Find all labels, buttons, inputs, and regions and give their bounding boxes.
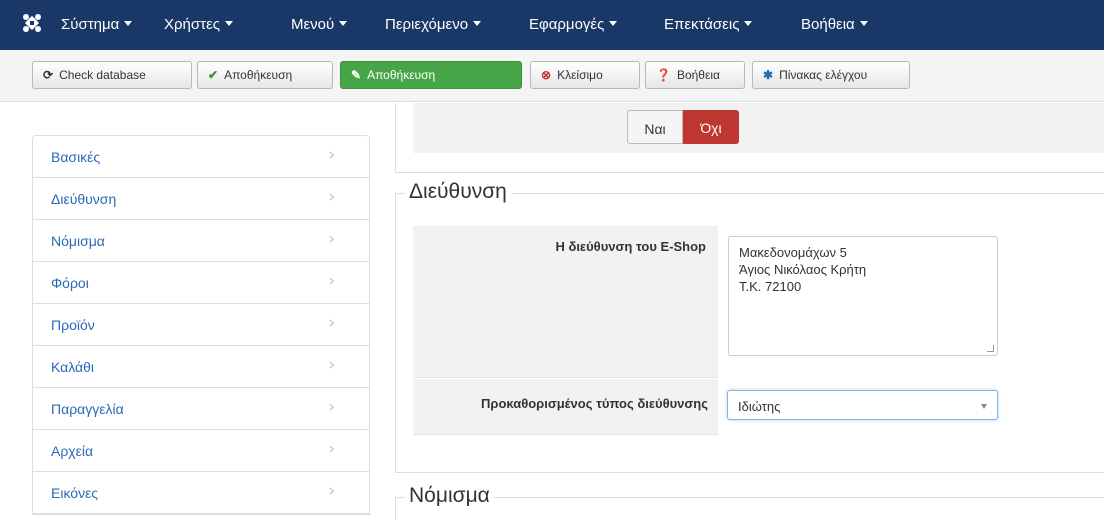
settings-sidebar: Βασικές › Διεύθυνση › Νόμισμα › Φόροι › Προϊ… — [32, 135, 370, 515]
top-navbar: Σύστημα Χρήστες Μενού Περιεχόμενο Εφαρμο… — [0, 0, 1104, 50]
menu-extensions[interactable]: Επεκτάσεις — [664, 16, 753, 33]
chevron-right-icon: › — [328, 397, 335, 417]
caret-down-icon — [473, 21, 482, 26]
sidebar-item-label: Φόροι — [51, 275, 89, 291]
button-label: Κλείσιμο — [557, 68, 603, 82]
default-address-type-select[interactable]: Ιδιώτης — [727, 390, 998, 420]
sidebar-item-label: Νόμισμα — [51, 233, 105, 249]
currency-fieldset — [395, 497, 1104, 520]
menu-content[interactable]: Περιεχόμενο — [385, 16, 482, 33]
chevron-right-icon: › — [328, 313, 335, 333]
sidebar-item-cart[interactable]: Καλάθι › — [33, 346, 369, 388]
caret-down-icon — [609, 21, 618, 26]
sidebar-item-label: Εικόνες — [51, 485, 99, 501]
save-button[interactable]: ✔ Αποθήκευση — [197, 61, 333, 89]
caret-down-icon — [224, 21, 233, 26]
sidebar-item-files[interactable]: Αρχεία › — [33, 430, 369, 472]
menu-users[interactable]: Χρήστες — [164, 16, 233, 33]
toolbar: ⟳ Check database ✔ Αποθήκευση ✎ Αποθήκευση … — [0, 50, 1104, 102]
button-label: Check database — [59, 68, 146, 82]
sidebar-item-product[interactable]: Προϊόν › — [33, 304, 369, 346]
menu-label: Χρήστες — [164, 16, 220, 33]
resize-handle-icon[interactable] — [987, 345, 994, 352]
sidebar-item-basic[interactable]: Βασικές › — [33, 136, 369, 178]
menu-components[interactable]: Εφαρμογές — [529, 16, 618, 33]
save-primary-button[interactable]: ✎ Αποθήκευση — [340, 61, 522, 89]
menu-label: Επεκτάσεις — [664, 16, 740, 33]
edit-icon: ✎ — [351, 68, 362, 82]
menu-help[interactable]: Βοήθεια — [801, 16, 868, 33]
dropdown-arrow-icon — [981, 404, 987, 409]
sidebar-item-label: Διεύθυνση — [51, 191, 117, 207]
sidebar-item-label: Βασικές — [51, 149, 101, 165]
chevron-right-icon: › — [328, 355, 335, 375]
control-panel-button[interactable]: ✱ Πίνακας ελέγχου — [752, 61, 910, 89]
sidebar-item-label: Προϊόν — [51, 317, 95, 333]
menu-menus[interactable]: Μενού — [291, 16, 348, 33]
menu-label: Εφαρμογές — [529, 16, 605, 33]
shop-address-textarea[interactable]: Μακεδονομάχων 5 Άγιος Νικόλαος Κρήτη Τ.Κ… — [728, 236, 998, 356]
button-label: Αποθήκευση — [367, 68, 436, 82]
caret-down-icon — [124, 21, 133, 26]
menu-label: Βοήθεια — [801, 16, 855, 33]
caret-down-icon — [339, 21, 348, 26]
previous-field-row — [413, 103, 1104, 153]
address-legend: Διεύθυνση — [405, 180, 511, 204]
menu-system[interactable]: Σύστημα — [61, 16, 133, 33]
chevron-right-icon: › — [328, 187, 335, 207]
button-label: Βοήθεια — [676, 68, 720, 82]
sidebar-item-label: Καλάθι — [51, 359, 95, 375]
button-label: Αποθήκευση — [224, 68, 293, 82]
default-address-type-label: Προκαθορισμένος τύπος διεύθυνσης — [481, 396, 708, 411]
sidebar-item-taxes[interactable]: Φόροι › — [33, 262, 369, 304]
shop-address-label: Η διεύθυνση του E-Shop — [555, 239, 706, 254]
toggle-label: Όχι — [700, 120, 722, 136]
sidebar-item-label: Αρχεία — [51, 443, 94, 459]
menu-label: Μενού — [291, 16, 335, 33]
currency-legend: Νόμισμα — [405, 484, 494, 508]
select-value: Ιδιώτης — [738, 399, 781, 414]
sidebar-item-currency[interactable]: Νόμισμα › — [33, 220, 369, 262]
chevron-right-icon: › — [328, 481, 335, 501]
no-toggle-button[interactable]: Όχι — [683, 110, 739, 144]
chevron-right-icon: › — [328, 271, 335, 291]
chevron-right-icon: › — [328, 145, 335, 165]
textarea-value: Μακεδονομάχων 5 Άγιος Νικόλαος Κρήτη Τ.Κ… — [739, 245, 867, 294]
check-database-button[interactable]: ⟳ Check database — [32, 61, 192, 89]
sidebar-item-images[interactable]: Εικόνες › — [33, 472, 369, 514]
sidebar-item-label: Παραγγελία — [51, 401, 124, 417]
check-icon: ✔ — [208, 68, 219, 82]
close-button[interactable]: ⊗ Κλείσιμο — [530, 61, 640, 89]
sidebar-item-order[interactable]: Παραγγελία › — [33, 388, 369, 430]
menu-label: Περιεχόμενο — [385, 16, 469, 33]
joomla-icon[interactable] — [22, 13, 42, 33]
question-icon: ❓ — [656, 68, 671, 82]
cancel-icon: ⊗ — [541, 68, 552, 82]
chevron-right-icon: › — [328, 229, 335, 249]
caret-down-icon — [859, 21, 868, 26]
asterisk-icon: ✱ — [763, 68, 774, 82]
toggle-label: Ναι — [644, 121, 666, 137]
menu-label: Σύστημα — [61, 16, 120, 33]
yes-toggle-button[interactable]: Ναι — [627, 110, 683, 144]
refresh-icon: ⟳ — [43, 68, 54, 82]
sidebar-item-address[interactable]: Διεύθυνση › — [33, 178, 369, 220]
chevron-right-icon: › — [328, 439, 335, 459]
button-label: Πίνακας ελέγχου — [779, 68, 868, 82]
caret-down-icon — [744, 21, 753, 26]
help-button[interactable]: ❓ Βοήθεια — [645, 61, 745, 89]
